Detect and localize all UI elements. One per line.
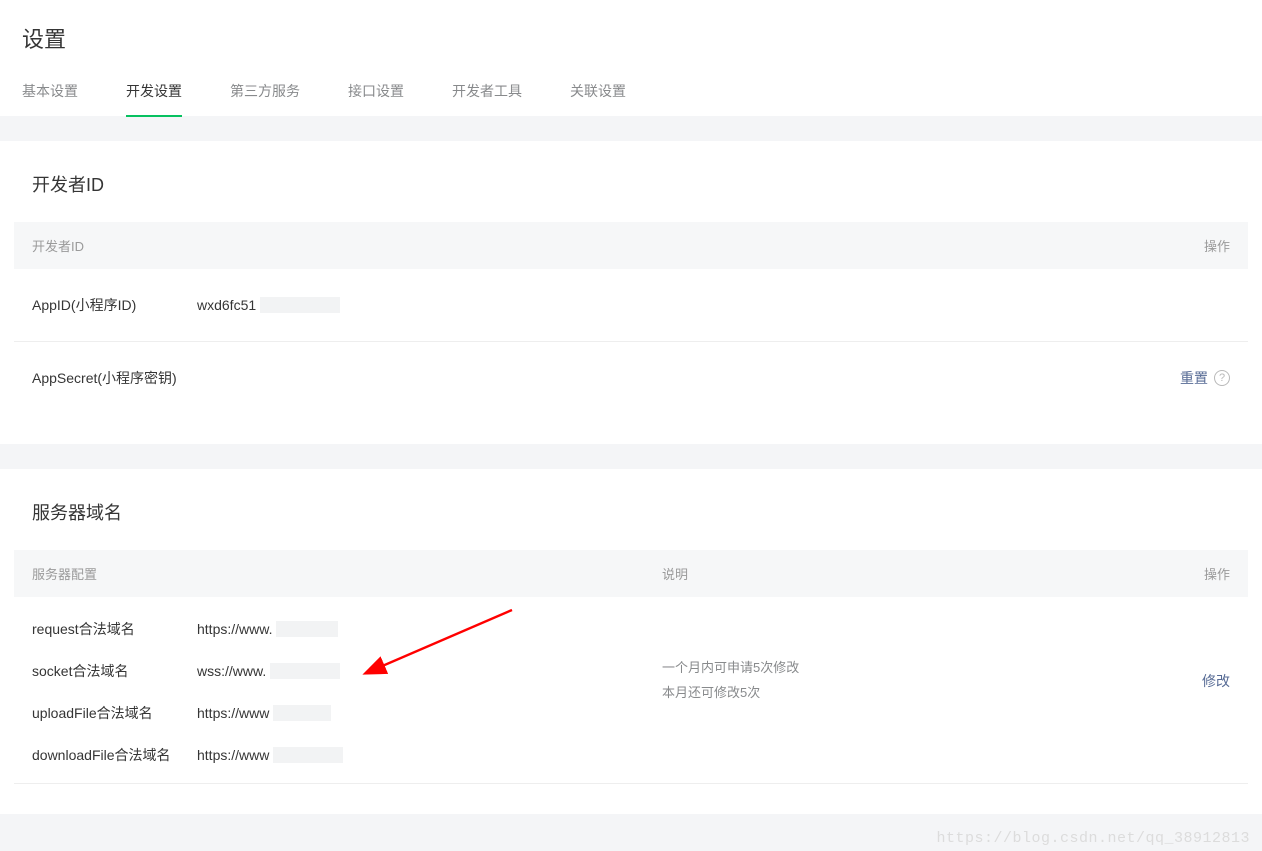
tab-basic-settings[interactable]: 基本设置: [22, 67, 78, 117]
modify-label: 修改: [1202, 671, 1230, 691]
help-icon[interactable]: ?: [1214, 370, 1230, 386]
header-card: 设置 基本设置 开发设置 第三方服务 接口设置 开发者工具 关联设置: [0, 0, 1262, 116]
reset-button[interactable]: 重置 ?: [1180, 368, 1230, 388]
modify-button[interactable]: 修改: [1190, 597, 1230, 765]
tab-dev-settings[interactable]: 开发设置: [126, 67, 182, 117]
appid-value-text: wxd6fc51: [197, 297, 256, 313]
developer-id-head-right: 操作: [1204, 236, 1230, 255]
tab-linked-settings[interactable]: 关联设置: [570, 67, 626, 117]
tab-devtools[interactable]: 开发者工具: [452, 67, 522, 117]
watermark: https://blog.csdn.net/qq_38912813: [936, 830, 1250, 847]
server-domain-table-head: 服务器配置 说明 操作: [14, 550, 1248, 597]
socket-domain-label: socket合法域名: [32, 661, 197, 681]
developer-id-head-left: 开发者ID: [32, 236, 1204, 255]
tab-third-party[interactable]: 第三方服务: [230, 67, 300, 117]
tab-api-settings[interactable]: 接口设置: [348, 67, 404, 117]
desc-line1: 一个月内可申请5次修改: [662, 656, 1190, 681]
developer-id-table-head: 开发者ID 操作: [14, 222, 1248, 269]
download-domain-value: https://www: [197, 747, 343, 763]
download-domain-value-text: https://www: [197, 747, 269, 763]
server-domain-head-col2: 说明: [662, 564, 1204, 583]
appid-label: AppID(小程序ID): [32, 295, 197, 315]
server-domain-section: 服务器域名 服务器配置 说明 操作 request合法域名 https://ww…: [0, 469, 1262, 814]
upload-domain-value-text: https://www: [197, 705, 269, 721]
value-mask: [276, 621, 338, 637]
upload-domain-value: https://www: [197, 705, 331, 721]
request-domain-value-text: https://www.: [197, 621, 272, 637]
value-mask: [270, 663, 340, 679]
download-domain-label: downloadFile合法域名: [32, 745, 197, 765]
request-domain-value: https://www.: [197, 621, 338, 637]
developer-id-title: 开发者ID: [14, 171, 1248, 222]
table-row: downloadFile合法域名 https://www: [32, 723, 662, 765]
value-mask: [273, 747, 343, 763]
table-row: socket合法域名 wss://www.: [32, 639, 662, 681]
upload-domain-label: uploadFile合法域名: [32, 703, 197, 723]
server-domain-head-col1: 服务器配置: [32, 564, 662, 583]
appsecret-row: AppSecret(小程序密钥) 重置 ?: [14, 342, 1248, 414]
page-title: 设置: [0, 0, 1262, 66]
developer-id-section: 开发者ID 开发者ID 操作 AppID(小程序ID) wxd6fc51 App…: [0, 141, 1262, 444]
desc-line2: 本月还可修改5次: [662, 681, 1190, 706]
server-domain-body: request合法域名 https://www. socket合法域名 wss:…: [14, 597, 1248, 784]
reset-label: 重置: [1180, 368, 1208, 388]
server-domain-rows: request合法域名 https://www. socket合法域名 wss:…: [32, 597, 662, 765]
appsecret-label: AppSecret(小程序密钥): [32, 368, 177, 388]
appid-value-mask: [260, 297, 340, 313]
request-domain-label: request合法域名: [32, 619, 197, 639]
server-domain-title: 服务器域名: [14, 499, 1248, 550]
tabs: 基本设置 开发设置 第三方服务 接口设置 开发者工具 关联设置: [0, 66, 1262, 116]
table-row: uploadFile合法域名 https://www: [32, 681, 662, 723]
socket-domain-value-text: wss://www.: [197, 663, 266, 679]
value-mask: [273, 705, 331, 721]
server-domain-desc: 一个月内可申请5次修改 本月还可修改5次: [662, 597, 1190, 765]
socket-domain-value: wss://www.: [197, 663, 340, 679]
appid-row: AppID(小程序ID) wxd6fc51: [14, 269, 1248, 342]
server-domain-head-col3: 操作: [1204, 564, 1230, 583]
appid-value: wxd6fc51: [197, 297, 340, 313]
table-row: request合法域名 https://www.: [32, 597, 662, 639]
